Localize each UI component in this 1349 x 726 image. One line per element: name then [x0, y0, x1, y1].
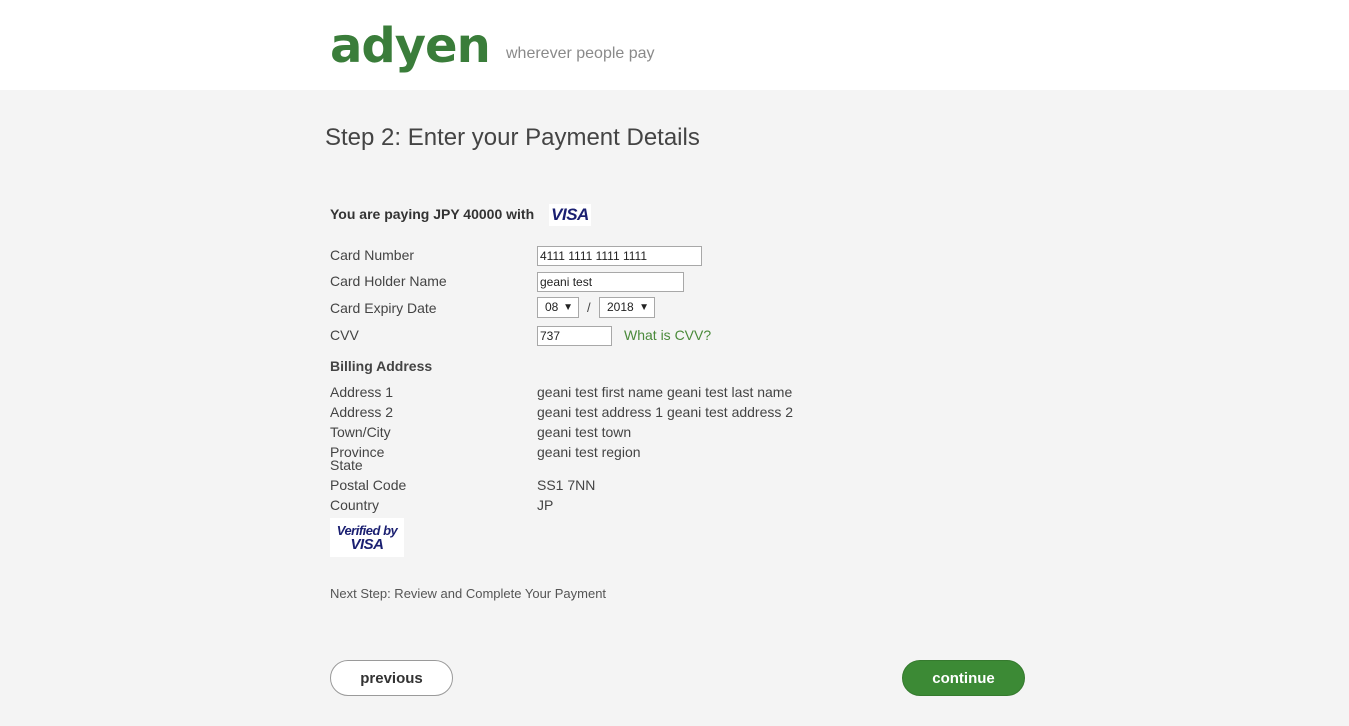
address2-value: geani test address 1 geani test address …: [537, 404, 794, 420]
address1-value: geani test first name geani test last na…: [537, 384, 793, 400]
previous-button[interactable]: previous: [330, 660, 453, 696]
card-holder-input[interactable]: [537, 272, 684, 292]
header-bar: adyen wherever people pay: [0, 0, 1349, 90]
paying-summary: You are paying JPY 40000 with: [330, 206, 535, 222]
visa-card-logo: VISA: [549, 204, 591, 226]
card-number-label: Card Number: [330, 247, 415, 263]
expiry-year-value: 2018: [607, 300, 634, 314]
card-number-input[interactable]: [537, 246, 702, 266]
what-is-cvv-link[interactable]: What is CVV?: [624, 327, 711, 343]
state-label: State: [330, 457, 363, 473]
verified-visa-text: VISA: [350, 536, 384, 553]
chevron-down-icon: ▼: [563, 302, 573, 313]
country-value: JP: [537, 497, 554, 513]
adyen-logo: adyen: [330, 18, 491, 74]
billing-address-heading: Billing Address: [330, 358, 433, 374]
expiry-month-value: 08: [545, 300, 559, 314]
chevron-down-icon: ▼: [639, 302, 649, 313]
province-value: geani test region: [537, 444, 641, 460]
postal-code-value: SS1 7NN: [537, 477, 596, 493]
address2-label: Address 2: [330, 404, 394, 420]
next-step-text: Next Step: Review and Complete Your Paym…: [330, 586, 607, 601]
town-label: Town/City: [330, 424, 391, 440]
verified-by-visa-logo: Verified by VISA: [330, 518, 404, 557]
expiry-month-select[interactable]: 08 ▼: [537, 297, 579, 318]
continue-button[interactable]: continue: [902, 660, 1025, 696]
cvv-input[interactable]: [537, 326, 612, 346]
expiry-year-select[interactable]: 2018 ▼: [599, 297, 655, 318]
expiry-separator: /: [587, 300, 591, 315]
card-expiry-label: Card Expiry Date: [330, 300, 437, 316]
card-holder-label: Card Holder Name: [330, 273, 447, 289]
logo-tagline: wherever people pay: [506, 45, 655, 62]
page-title: Step 2: Enter your Payment Details: [325, 124, 700, 151]
town-value: geani test town: [537, 424, 632, 440]
address1-label: Address 1: [330, 384, 394, 400]
cvv-label: CVV: [330, 327, 359, 343]
country-label: Country: [330, 497, 380, 513]
postal-code-label: Postal Code: [330, 477, 407, 493]
